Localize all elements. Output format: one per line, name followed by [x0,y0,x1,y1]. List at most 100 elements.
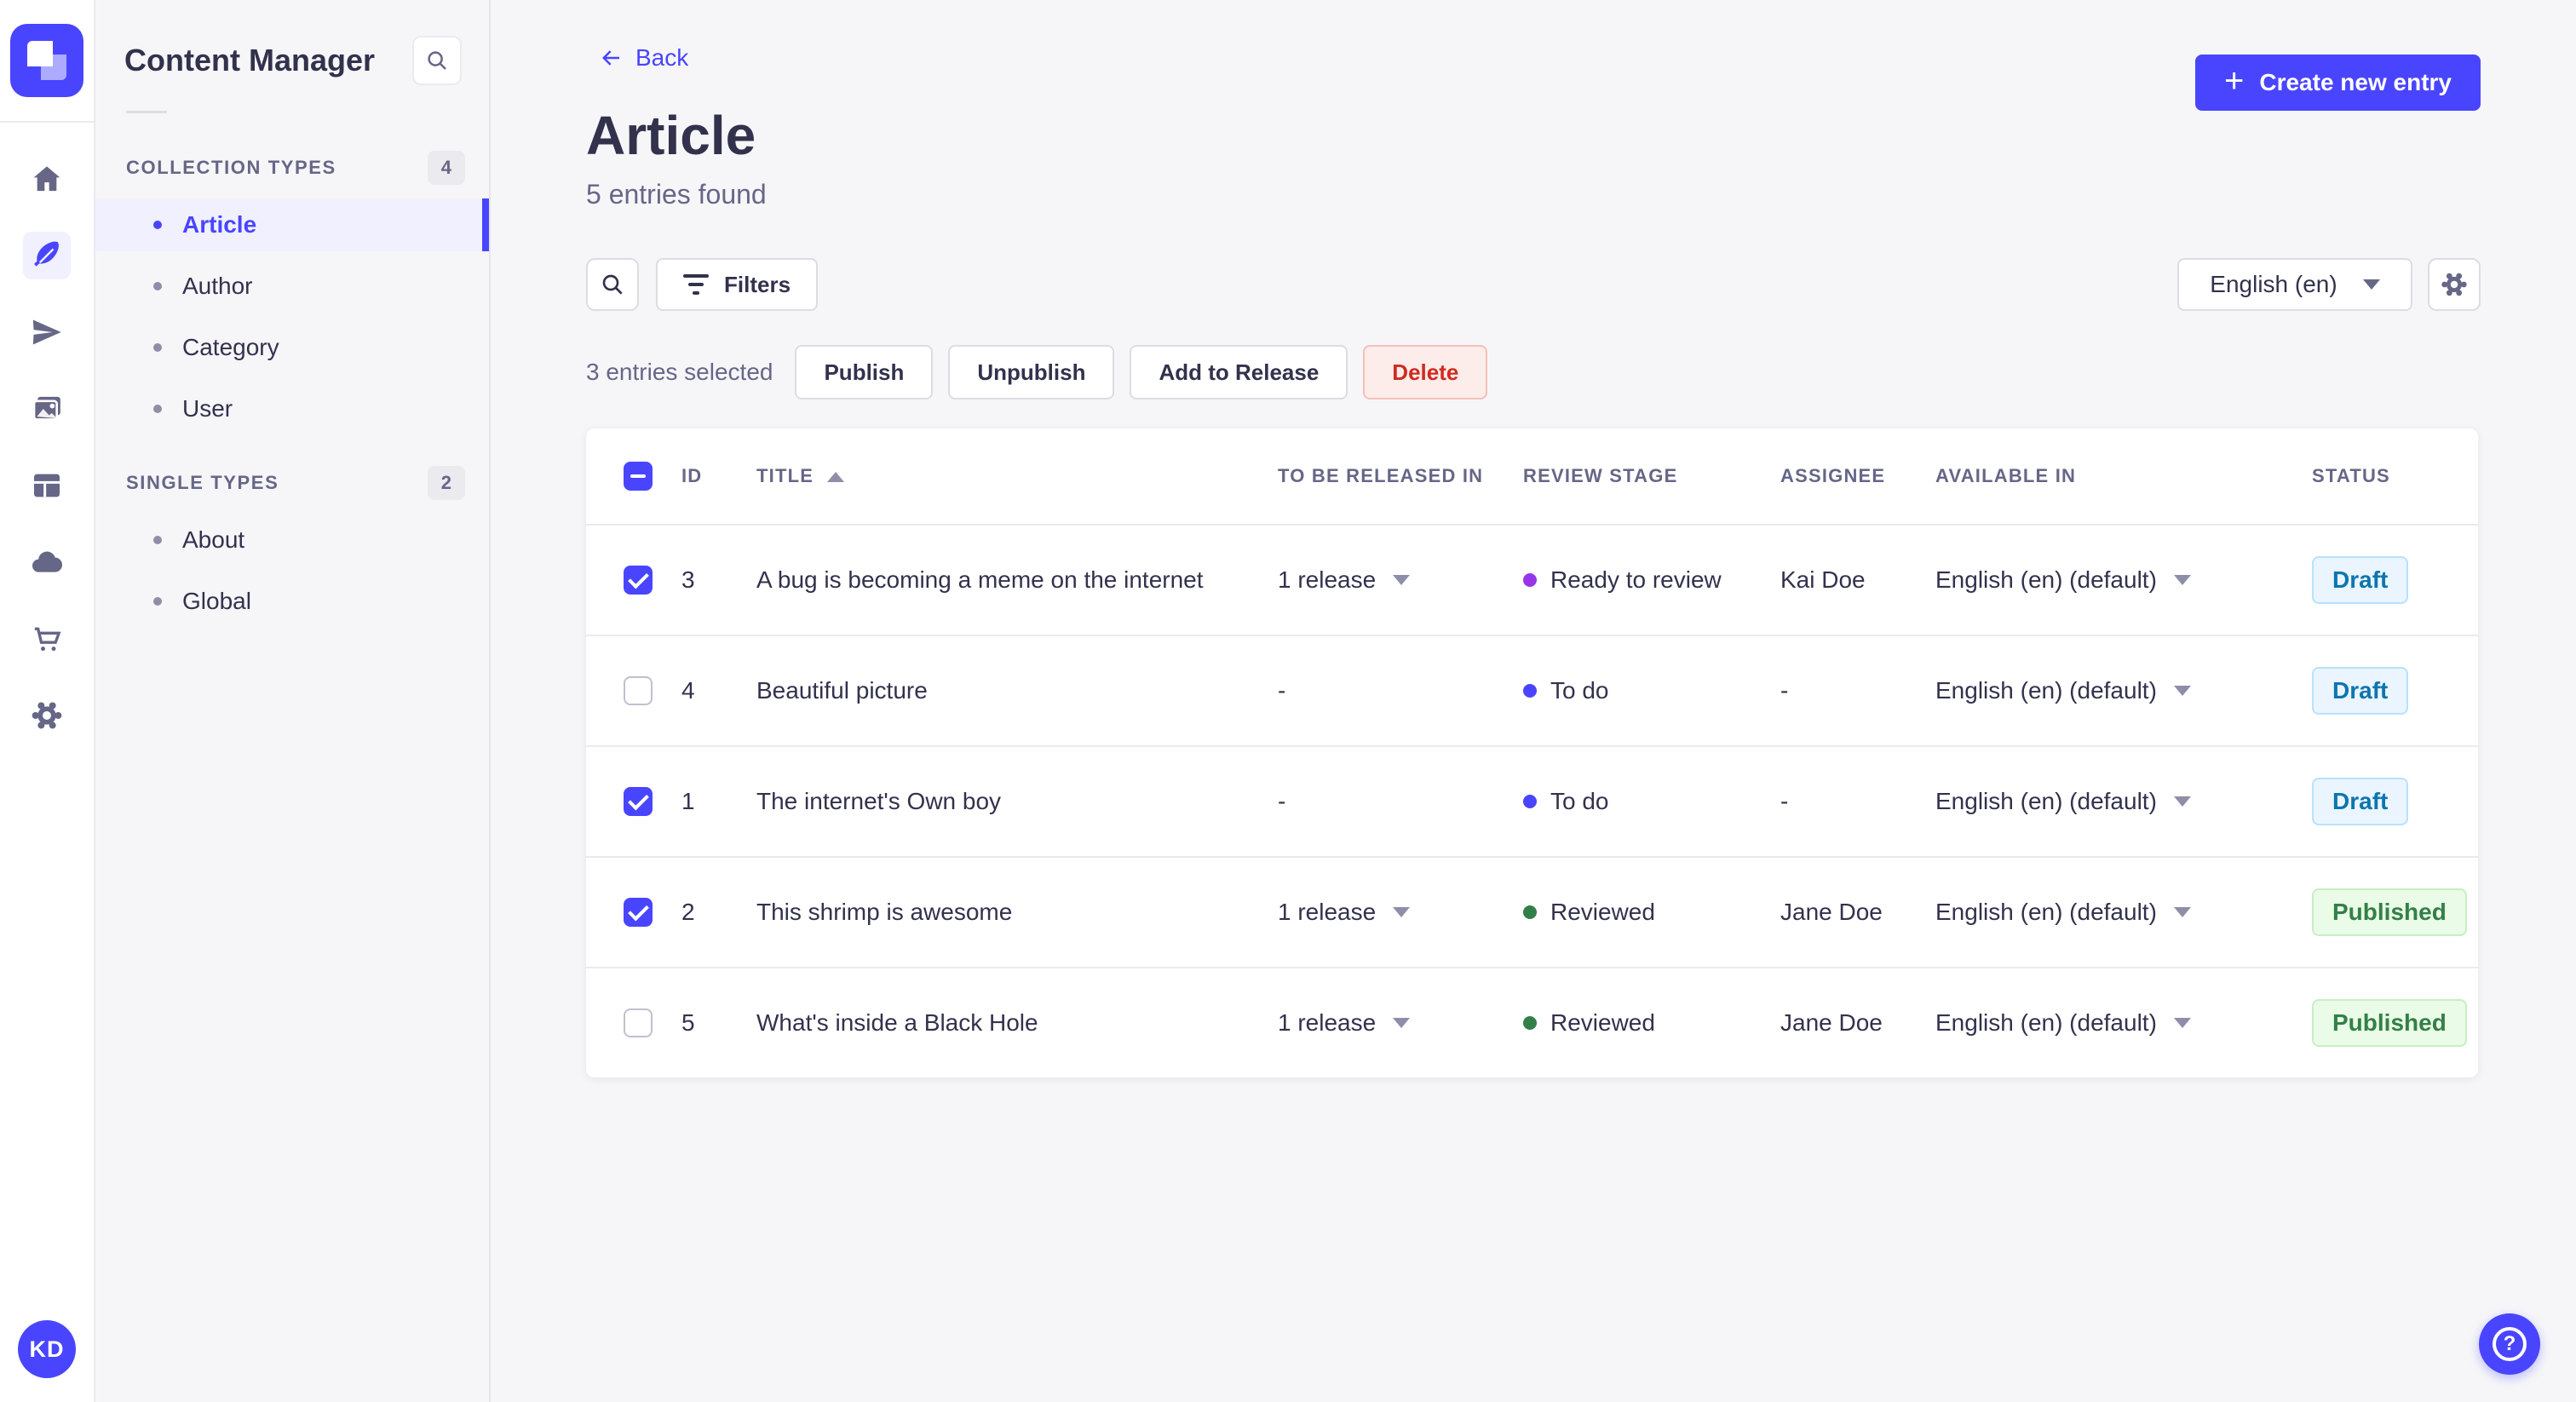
chevron-down-icon [2173,796,2191,807]
entry-id: 3 [681,566,695,593]
subnav-item-article[interactable]: Article [95,198,489,251]
create-button-label: Create new entry [2259,69,2452,95]
stage-dot-icon [1523,573,1537,587]
release-cell[interactable]: 1 release [1278,1009,1523,1037]
row-checkbox[interactable] [624,787,653,816]
assignee-cell: Jane Doe [1780,1009,1883,1036]
chevron-down-icon [1393,1018,1411,1028]
subnav-item-label: Global [182,588,251,614]
row-checkbox[interactable] [624,676,653,705]
table-row[interactable]: 4 Beautiful picture - To do - English (e… [586,635,2478,745]
column-header-title[interactable]: TITLE [756,465,1278,487]
content-manager-icon[interactable] [23,232,71,279]
deployments-cloud-icon[interactable] [23,538,71,586]
locale-select[interactable]: English (en) [2177,258,2412,311]
subnav-item-author[interactable]: Author [95,260,489,313]
search-icon [602,274,623,295]
column-header-id[interactable]: ID [681,465,756,487]
releases-icon[interactable] [23,308,71,356]
entry-title: What's inside a Black Hole [756,1009,1038,1036]
row-checkbox[interactable] [624,898,653,927]
status-badge: Published [2312,888,2467,936]
row-checkbox[interactable] [624,1008,653,1037]
marketplace-cart-icon[interactable] [23,615,71,663]
column-header-assignee[interactable]: ASSIGNEE [1780,465,1935,487]
select-all-checkbox[interactable] [624,462,653,491]
entry-title: This shrimp is awesome [756,899,1013,925]
entry-title: The internet's Own boy [756,788,1002,814]
filters-button[interactable]: Filters [656,258,819,311]
home-icon[interactable] [23,155,71,203]
column-header-review-stage[interactable]: REVIEW STAGE [1523,465,1780,487]
publish-button[interactable]: Publish [795,345,934,399]
filters-label: Filters [724,271,791,297]
column-header-status[interactable]: STATUS [2312,465,2478,487]
user-avatar[interactable]: KD [18,1320,76,1378]
rail-divider [0,121,95,123]
view-settings-button[interactable] [2428,258,2481,311]
media-library-icon[interactable] [23,385,71,433]
delete-button[interactable]: Delete [1363,345,1488,399]
table-row[interactable]: 5 What's inside a Black Hole 1 release R… [586,967,2478,1077]
chevron-down-icon [2173,1018,2191,1028]
help-button[interactable]: ? [2479,1313,2540,1375]
column-header-available-in[interactable]: AVAILABLE IN [1935,465,2312,487]
release-cell[interactable]: 1 release [1278,899,1523,926]
main-nav-rail: KD [0,0,95,1402]
page-title: Article [586,105,756,166]
unpublish-button[interactable]: Unpublish [948,345,1115,399]
row-checkbox[interactable] [624,566,653,595]
available-in-cell[interactable]: English (en) (default) [1935,899,2312,926]
chevron-down-icon [2362,279,2380,290]
release-cell[interactable]: 1 release [1278,566,1523,594]
collection-types-label: COLLECTION TYPES [126,157,336,178]
entry-id: 4 [681,677,695,704]
content-manager-subnav: Content Manager COLLECTION TYPES 4 Artic… [95,0,491,1402]
review-stage-cell: Reviewed [1523,1009,1780,1037]
content-type-builder-icon[interactable] [23,462,71,509]
chevron-down-icon [1393,907,1411,917]
strapi-logo[interactable] [10,24,83,97]
arrow-left-icon [602,50,619,66]
available-in-cell[interactable]: English (en) (default) [1935,566,2312,594]
create-new-entry-button[interactable]: + Create new entry [2195,55,2481,111]
subnav-divider [126,111,167,113]
available-in-cell[interactable]: English (en) (default) [1935,1009,2312,1037]
assignee-cell: - [1780,677,1789,704]
subnav-item-label: Author [182,273,253,299]
release-cell[interactable]: - [1278,677,1523,704]
review-stage-cell: To do [1523,677,1780,704]
back-link[interactable]: Back [598,44,688,72]
table-row[interactable]: 3 A bug is becoming a meme on the intern… [586,524,2478,635]
assignee-cell: Jane Doe [1780,899,1883,925]
search-button[interactable] [586,258,639,311]
stage-dot-icon [1523,1016,1537,1030]
bullet-icon [153,343,162,352]
subnav-search-button[interactable] [412,36,462,85]
table-row[interactable]: 2 This shrimp is awesome 1 release Revie… [586,856,2478,967]
subnav-item-label: Article [182,211,257,238]
release-cell[interactable]: - [1278,788,1523,815]
assignee-cell: Kai Doe [1780,566,1866,593]
filter-icon [683,274,709,295]
settings-gear-icon[interactable] [23,692,71,739]
table-row[interactable]: 1 The internet's Own boy - To do - Engli… [586,745,2478,856]
bullet-icon [153,405,162,413]
available-in-cell[interactable]: English (en) (default) [1935,677,2312,704]
add-to-release-button[interactable]: Add to Release [1130,345,1348,399]
entry-title: Beautiful picture [756,677,928,704]
subnav-item-about[interactable]: About [95,514,489,566]
subnav-item-user[interactable]: User [95,382,489,435]
column-header-release[interactable]: TO BE RELEASED IN [1278,465,1523,487]
plus-icon: + [2224,62,2245,100]
bullet-icon [153,221,162,229]
subnav-item-category[interactable]: Category [95,321,489,374]
stage-dot-icon [1523,795,1537,808]
main-content: Back Article 5 entries found + Create ne… [491,0,2576,1402]
subnav-item-label: About [182,526,245,553]
bullet-icon [153,282,162,290]
status-badge: Draft [2312,778,2409,825]
entry-id: 1 [681,788,695,814]
available-in-cell[interactable]: English (en) (default) [1935,788,2312,815]
subnav-item-global[interactable]: Global [95,575,489,628]
